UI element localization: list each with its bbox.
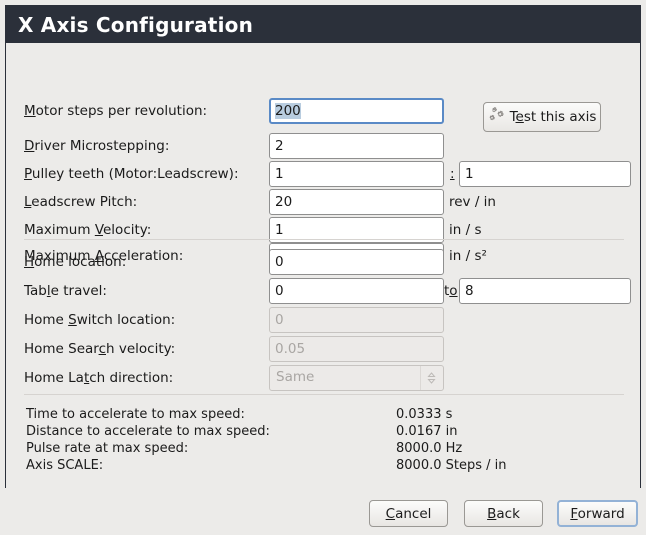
dialog-title: X Axis Configuration (18, 13, 254, 37)
summary-key: Pulse rate at max speed: (26, 441, 189, 456)
table-travel-to-label: to (444, 283, 458, 299)
pulley-teeth-motor-label: Pulley teeth (Motor:Leadscrew): (24, 166, 239, 182)
home-location-input[interactable]: 0 (269, 249, 444, 275)
cancel-button[interactable]: Cancel (369, 500, 448, 527)
form-row-home-switch-location: Home Switch location: 0 (6, 307, 640, 335)
form-row-leadscrew-pitch: Leadscrew Pitch: 20 rev / in (6, 189, 640, 217)
summary-row: Time to accelerate to max speed: 0.0333 s (6, 407, 640, 424)
driver-microstepping-label: Driver Microstepping: (24, 138, 170, 154)
maximum-velocity-label: Maximum Velocity: (24, 222, 152, 238)
dialog-frame: X Axis Configuration Motor steps per rev… (5, 5, 641, 488)
dialog-button-bar: Cancel Back Forward (0, 488, 646, 535)
summary-row: Distance to accelerate to max speed: 0.01… (6, 424, 640, 441)
table-travel-max-input[interactable]: 8 (459, 278, 631, 304)
home-switch-location-input: 0 (269, 307, 444, 333)
summary-key: Time to accelerate to max speed: (26, 407, 245, 422)
form-row-table-travel-min: Table travel: 0 to 8 (6, 278, 640, 306)
leadscrew-pitch-input[interactable]: 20 (269, 189, 444, 215)
form-row-maximum-velocity: Maximum Velocity: 1 in / s (6, 217, 640, 245)
dialog-root: X Axis Configuration Motor steps per rev… (0, 0, 646, 535)
summary-row: Pulse rate at max speed: 8000.0 Hz (6, 441, 640, 458)
maximum-velocity-units: in / s (449, 222, 482, 238)
chevron-updown-icon (420, 366, 441, 390)
summary-key: Distance to accelerate to max speed: (26, 424, 270, 439)
dialog-body: Motor steps per revolution: 200 Driver Mic… (6, 43, 640, 488)
motor-steps-per-revolution-selected-text: 200 (275, 103, 301, 119)
forward-button[interactable]: Forward (557, 500, 638, 527)
test-this-axis-button[interactable]: Test this axis (483, 102, 601, 132)
home-latch-direction-select[interactable]: Same (269, 365, 444, 391)
cancel-button-label: Cancel (385, 505, 432, 522)
back-button-label: Back (487, 505, 520, 522)
pulley-teeth-motor-input[interactable]: 1 (269, 161, 444, 187)
home-search-velocity-input: 0.05 (269, 336, 444, 362)
summary-key: Axis SCALE: (26, 458, 104, 473)
home-switch-location-label: Home Switch location: (24, 312, 176, 328)
gears-icon (488, 106, 505, 128)
table-travel-min-input[interactable]: 0 (269, 278, 444, 304)
group-separator-1 (24, 239, 624, 240)
home-search-velocity-label: Home Search velocity: (24, 341, 176, 357)
home-location-label: Home location: (24, 254, 127, 270)
summary-value: 8000.0 Steps / in (396, 458, 507, 473)
summary-value: 0.0333 s (396, 407, 453, 422)
driver-microstepping-input[interactable]: 2 (269, 133, 444, 159)
home-latch-direction-value: Same (276, 369, 315, 385)
motor-steps-per-revolution-label: Motor steps per revolution: (24, 103, 208, 119)
home-latch-direction-label: Home Latch direction: (24, 370, 174, 386)
pulley-ratio-separator: : (450, 166, 455, 182)
summary-row: Axis SCALE: 8000.0 Steps / in (6, 458, 640, 475)
back-button[interactable]: Back (464, 500, 543, 527)
form-row-driver-microstepping: Driver Microstepping: 2 (6, 133, 640, 161)
pulley-teeth-leadscrew-input[interactable]: 1 (459, 161, 631, 187)
form-row-home-location: Home location: 0 (6, 249, 640, 277)
motor-steps-per-revolution-input[interactable]: 200 (269, 98, 444, 124)
test-this-axis-label: Test this axis (509, 109, 597, 125)
leadscrew-pitch-units: rev / in (449, 194, 496, 210)
titlebar: X Axis Configuration (6, 6, 640, 43)
forward-button-label: Forward (570, 505, 625, 522)
summary-value: 0.0167 in (396, 424, 458, 439)
summary-value: 8000.0 Hz (396, 441, 463, 456)
form-row-home-latch-direction: Home Latch direction: Same (6, 365, 640, 393)
form-row-pulley-teeth-motor: Pulley teeth (Motor:Leadscrew): 1:1 (6, 161, 640, 189)
leadscrew-pitch-label: Leadscrew Pitch: (24, 194, 138, 210)
table-travel-min-label: Table travel: (24, 283, 107, 299)
group-separator-2 (24, 394, 624, 395)
form-row-home-search-velocity: Home Search velocity: 0.05 (6, 336, 640, 364)
